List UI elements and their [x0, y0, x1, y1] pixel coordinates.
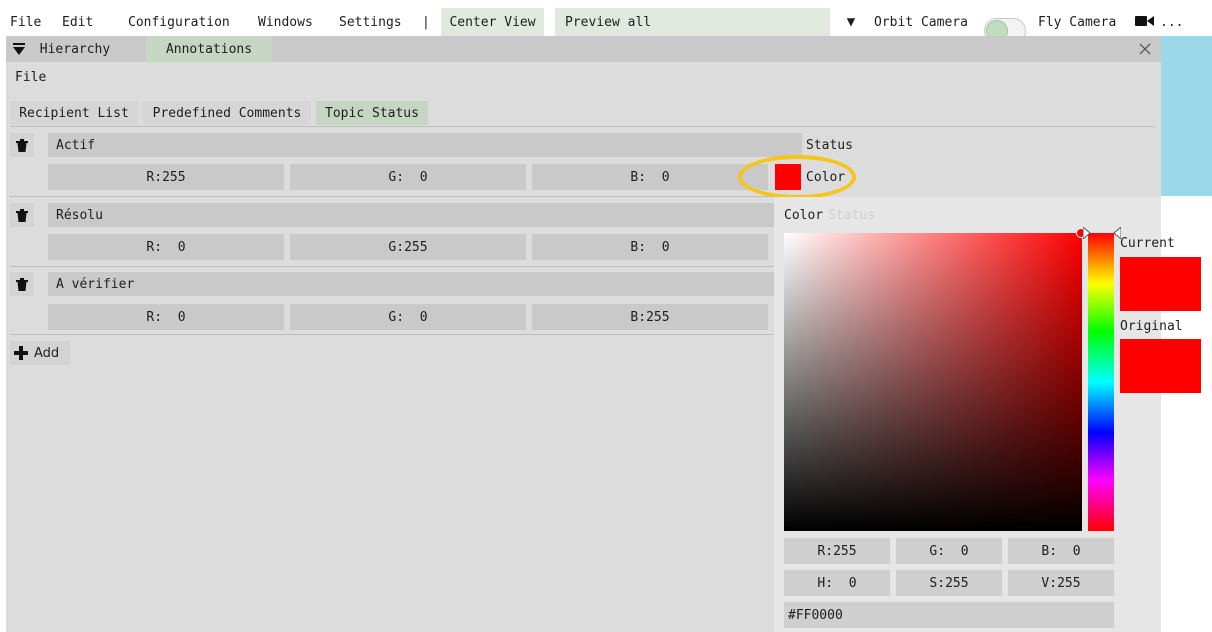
file-label[interactable]: File	[15, 66, 46, 88]
menu-bar: File Edit Configuration Windows Settings…	[0, 8, 1212, 44]
blue-channel-input[interactable]: B: 0	[532, 164, 768, 190]
current-color-label: Current	[1120, 235, 1175, 251]
more-menu[interactable]: ...	[1160, 8, 1183, 36]
menu-file[interactable]: File	[10, 8, 41, 36]
topic-name-input[interactable]: Actif	[48, 133, 802, 157]
tab-recipient-list[interactable]: Recipient List	[10, 101, 138, 125]
divider	[10, 266, 774, 267]
fly-camera-label: Fly Camera	[1038, 14, 1117, 30]
blue-channel-input[interactable]: B: 0	[532, 234, 768, 260]
picker-value-input[interactable]: V:255	[1008, 570, 1114, 596]
picker-blue-input[interactable]: B: 0	[1008, 538, 1114, 564]
current-color-swatch	[1120, 257, 1201, 311]
trash-icon	[16, 277, 28, 291]
divider	[10, 196, 774, 197]
tab-predefined-comments[interactable]: Predefined Comments	[143, 101, 311, 125]
video-camera-icon[interactable]	[1135, 14, 1155, 28]
side-panel	[1161, 36, 1212, 196]
triangle-down-icon[interactable]: ▼	[840, 8, 862, 36]
tab-topic-status[interactable]: Topic Status	[316, 101, 428, 125]
green-channel-input[interactable]: G:255	[290, 234, 526, 260]
orbit-camera-label: Orbit Camera	[874, 14, 968, 30]
color-picker-popup: Color Status Current Original R:255 G: 0…	[774, 197, 1201, 632]
divider	[10, 334, 774, 335]
saturation-value-area[interactable]	[784, 233, 1082, 531]
delete-topic-button[interactable]	[10, 203, 34, 227]
triangle-down-icon[interactable]	[12, 42, 26, 56]
trash-icon	[16, 138, 28, 152]
delete-topic-button[interactable]	[10, 272, 34, 296]
topic-name-input[interactable]: A vérifier	[48, 272, 774, 296]
obscured-status-label: Status	[828, 207, 875, 223]
status-column-label: Status	[806, 137, 853, 153]
menu-edit[interactable]: Edit	[62, 8, 93, 36]
preview-all-button[interactable]: Preview all	[555, 8, 830, 36]
highlight-ring	[738, 155, 856, 199]
add-label: Add	[34, 345, 60, 361]
original-color-swatch[interactable]	[1120, 339, 1201, 393]
color-picker-title: Color	[784, 207, 824, 223]
green-channel-input[interactable]: G: 0	[290, 164, 526, 190]
hue-slider-handle[interactable]	[1082, 225, 1122, 241]
topic-name-input[interactable]: Résolu	[48, 203, 774, 227]
plus-icon	[14, 346, 28, 360]
add-topic-button[interactable]: Add	[10, 341, 70, 365]
picker-red-input[interactable]: R:255	[784, 538, 890, 564]
tab-hierarchy[interactable]: Hierarchy	[30, 36, 120, 62]
menu-settings[interactable]: Settings	[339, 8, 402, 36]
red-channel-input[interactable]: R: 0	[48, 234, 284, 260]
red-channel-input[interactable]: R: 0	[48, 304, 284, 330]
picker-hue-input[interactable]: H: 0	[784, 570, 890, 596]
tab-annotations[interactable]: Annotations	[146, 36, 272, 62]
red-channel-input[interactable]: R:255	[48, 164, 284, 190]
hex-input[interactable]: #FF0000	[784, 602, 1114, 628]
menu-windows[interactable]: Windows	[258, 8, 313, 36]
green-channel-input[interactable]: G: 0	[290, 304, 526, 330]
blue-channel-input[interactable]: B:255	[532, 304, 768, 330]
divider	[10, 126, 1155, 127]
close-icon[interactable]	[1137, 41, 1153, 57]
delete-topic-button[interactable]	[10, 133, 34, 157]
center-view-button[interactable]: Center View	[441, 8, 544, 36]
picker-saturation-input[interactable]: S:255	[896, 570, 1002, 596]
menu-separator: |	[422, 14, 430, 30]
picker-green-input[interactable]: G: 0	[896, 538, 1002, 564]
original-color-label: Original	[1120, 318, 1183, 334]
hue-slider[interactable]	[1088, 233, 1114, 531]
trash-icon	[16, 208, 28, 222]
menu-configuration[interactable]: Configuration	[128, 8, 230, 36]
